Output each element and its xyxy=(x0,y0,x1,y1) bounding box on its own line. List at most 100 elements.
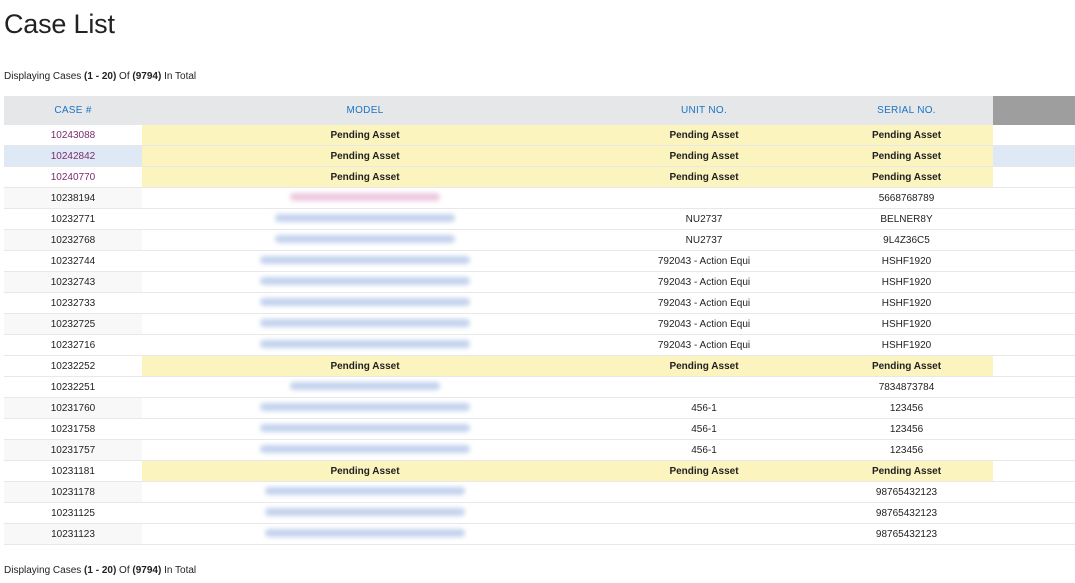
serial-cell: 98765432123 xyxy=(820,523,993,545)
case-number-link[interactable]: 10232768 xyxy=(4,229,142,251)
unit-cell: 792043 - Action Equi xyxy=(588,334,820,356)
redacted-model xyxy=(260,402,470,411)
case-number-link[interactable]: 10232744 xyxy=(4,250,142,272)
extra-cell xyxy=(993,502,1075,524)
extra-cell xyxy=(993,229,1075,251)
serial-cell: 123456 xyxy=(820,439,993,461)
table-row[interactable]: 10231760 456-1 123456 xyxy=(4,397,1075,419)
table-row[interactable]: 10232716 792043 - Action Equi HSHF1920 xyxy=(4,334,1075,356)
display-prefix: Displaying Cases xyxy=(4,71,85,82)
model-cell xyxy=(142,376,588,398)
unit-cell: 792043 - Action Equi xyxy=(588,250,820,272)
case-number-link[interactable]: 10232251 xyxy=(4,376,142,398)
case-number-link[interactable]: 10231760 xyxy=(4,397,142,419)
redacted-model xyxy=(265,528,465,537)
unit-cell xyxy=(588,187,820,209)
model-cell xyxy=(142,187,588,209)
unit-cell xyxy=(588,376,820,398)
table-row[interactable]: 10232768 NU2737 9L4Z36C5 xyxy=(4,229,1075,251)
table-row[interactable]: 10232251 7834873784 xyxy=(4,376,1075,398)
table-row[interactable]: 10232744 792043 - Action Equi HSHF1920 xyxy=(4,250,1075,272)
serial-cell: 98765432123 xyxy=(820,481,993,503)
extra-cell xyxy=(993,187,1075,209)
table-row[interactable]: 10231178 98765432123 xyxy=(4,481,1075,503)
display-range: (1 - 20) xyxy=(84,565,117,576)
redacted-model xyxy=(290,381,440,390)
column-header-extra xyxy=(993,96,1075,125)
case-number-link[interactable]: 10232743 xyxy=(4,271,142,293)
serial-cell: 9L4Z36C5 xyxy=(820,229,993,251)
table-row[interactable]: 10232725 792043 - Action Equi HSHF1920 xyxy=(4,313,1075,335)
unit-cell xyxy=(588,502,820,524)
serial-cell: Pending Asset xyxy=(820,125,993,146)
case-number-link[interactable]: 10232725 xyxy=(4,313,142,335)
table-row[interactable]: 10231125 98765432123 xyxy=(4,502,1075,524)
case-number-link[interactable]: 10231758 xyxy=(4,418,142,440)
table-row[interactable]: 10243088 Pending Asset Pending Asset Pendin… xyxy=(4,125,1075,146)
serial-cell: HSHF1920 xyxy=(820,313,993,335)
table-row[interactable]: 10231181 Pending Asset Pending Asset Pendin… xyxy=(4,460,1075,482)
column-header-case[interactable]: CASE # xyxy=(4,96,142,125)
case-table: CASE # MODEL UNIT NO. SERIAL NO. 1024308… xyxy=(4,96,1075,545)
case-number-link[interactable]: 10231181 xyxy=(4,460,142,482)
model-cell xyxy=(142,271,588,293)
case-number-link[interactable]: 10240770 xyxy=(4,166,142,188)
case-number-link[interactable]: 10231757 xyxy=(4,439,142,461)
table-row[interactable]: 10232771 NU2737 BELNER8Y xyxy=(4,208,1075,230)
serial-cell: Pending Asset xyxy=(820,355,993,377)
column-header-model[interactable]: MODEL xyxy=(142,96,588,125)
column-header-unit[interactable]: UNIT NO. xyxy=(588,96,820,125)
redacted-model xyxy=(260,318,470,327)
table-body: 10243088 Pending Asset Pending Asset Pendin… xyxy=(4,125,1075,545)
display-total: (9794) xyxy=(132,71,162,82)
unit-cell: 792043 - Action Equi xyxy=(588,313,820,335)
unit-cell: 792043 - Action Equi xyxy=(588,271,820,293)
table-row[interactable]: 10238194 5668768789 xyxy=(4,187,1075,209)
serial-cell: HSHF1920 xyxy=(820,250,993,272)
display-of: Of xyxy=(116,565,133,576)
extra-cell xyxy=(993,334,1075,356)
display-suffix: In Total xyxy=(161,71,197,82)
display-range: (1 - 20) xyxy=(84,71,117,82)
model-cell xyxy=(142,439,588,461)
redacted-model xyxy=(265,507,465,516)
case-number-link[interactable]: 10232733 xyxy=(4,292,142,314)
serial-cell: Pending Asset xyxy=(820,166,993,188)
display-of: Of xyxy=(116,71,133,82)
column-header-serial[interactable]: SERIAL NO. xyxy=(820,96,993,125)
model-cell xyxy=(142,523,588,545)
case-number-link[interactable]: 10242842 xyxy=(4,145,142,167)
case-number-link[interactable]: 10238194 xyxy=(4,187,142,209)
extra-cell xyxy=(993,292,1075,314)
unit-cell: Pending Asset xyxy=(588,166,820,188)
unit-cell: Pending Asset xyxy=(588,355,820,377)
serial-cell: BELNER8Y xyxy=(820,208,993,230)
table-row[interactable]: 10242842 Pending Asset Pending Asset Pendin… xyxy=(4,145,1075,167)
case-number-link[interactable]: 10231123 xyxy=(4,523,142,545)
model-cell xyxy=(142,292,588,314)
case-number-link[interactable]: 10232716 xyxy=(4,334,142,356)
extra-cell xyxy=(993,145,1075,167)
serial-cell: Pending Asset xyxy=(820,145,993,167)
case-number-link[interactable]: 10231178 xyxy=(4,481,142,503)
unit-cell: NU2737 xyxy=(588,229,820,251)
display-count-bottom: Displaying Cases (1 - 20) Of (9794) In T… xyxy=(4,565,196,576)
redacted-model xyxy=(275,213,455,222)
extra-cell xyxy=(993,125,1075,146)
table-row[interactable]: 10231757 456-1 123456 xyxy=(4,439,1075,461)
table-row[interactable]: 10232733 792043 - Action Equi HSHF1920 xyxy=(4,292,1075,314)
table-row[interactable]: 10231123 98765432123 xyxy=(4,523,1075,545)
case-number-link[interactable]: 10232252 xyxy=(4,355,142,377)
model-cell xyxy=(142,481,588,503)
table-row[interactable]: 10240770 Pending Asset Pending Asset Pendin… xyxy=(4,166,1075,188)
case-number-link[interactable]: 10231125 xyxy=(4,502,142,524)
redacted-model xyxy=(260,276,470,285)
display-count-top: Displaying Cases (1 - 20) Of (9794) In T… xyxy=(4,71,196,82)
table-row[interactable]: 10232743 792043 - Action Equi HSHF1920 xyxy=(4,271,1075,293)
case-number-link[interactable]: 10232771 xyxy=(4,208,142,230)
serial-cell: HSHF1920 xyxy=(820,334,993,356)
unit-cell: 456-1 xyxy=(588,397,820,419)
table-row[interactable]: 10231758 456-1 123456 xyxy=(4,418,1075,440)
case-number-link[interactable]: 10243088 xyxy=(4,125,142,146)
table-row[interactable]: 10232252 Pending Asset Pending Asset Pendin… xyxy=(4,355,1075,377)
